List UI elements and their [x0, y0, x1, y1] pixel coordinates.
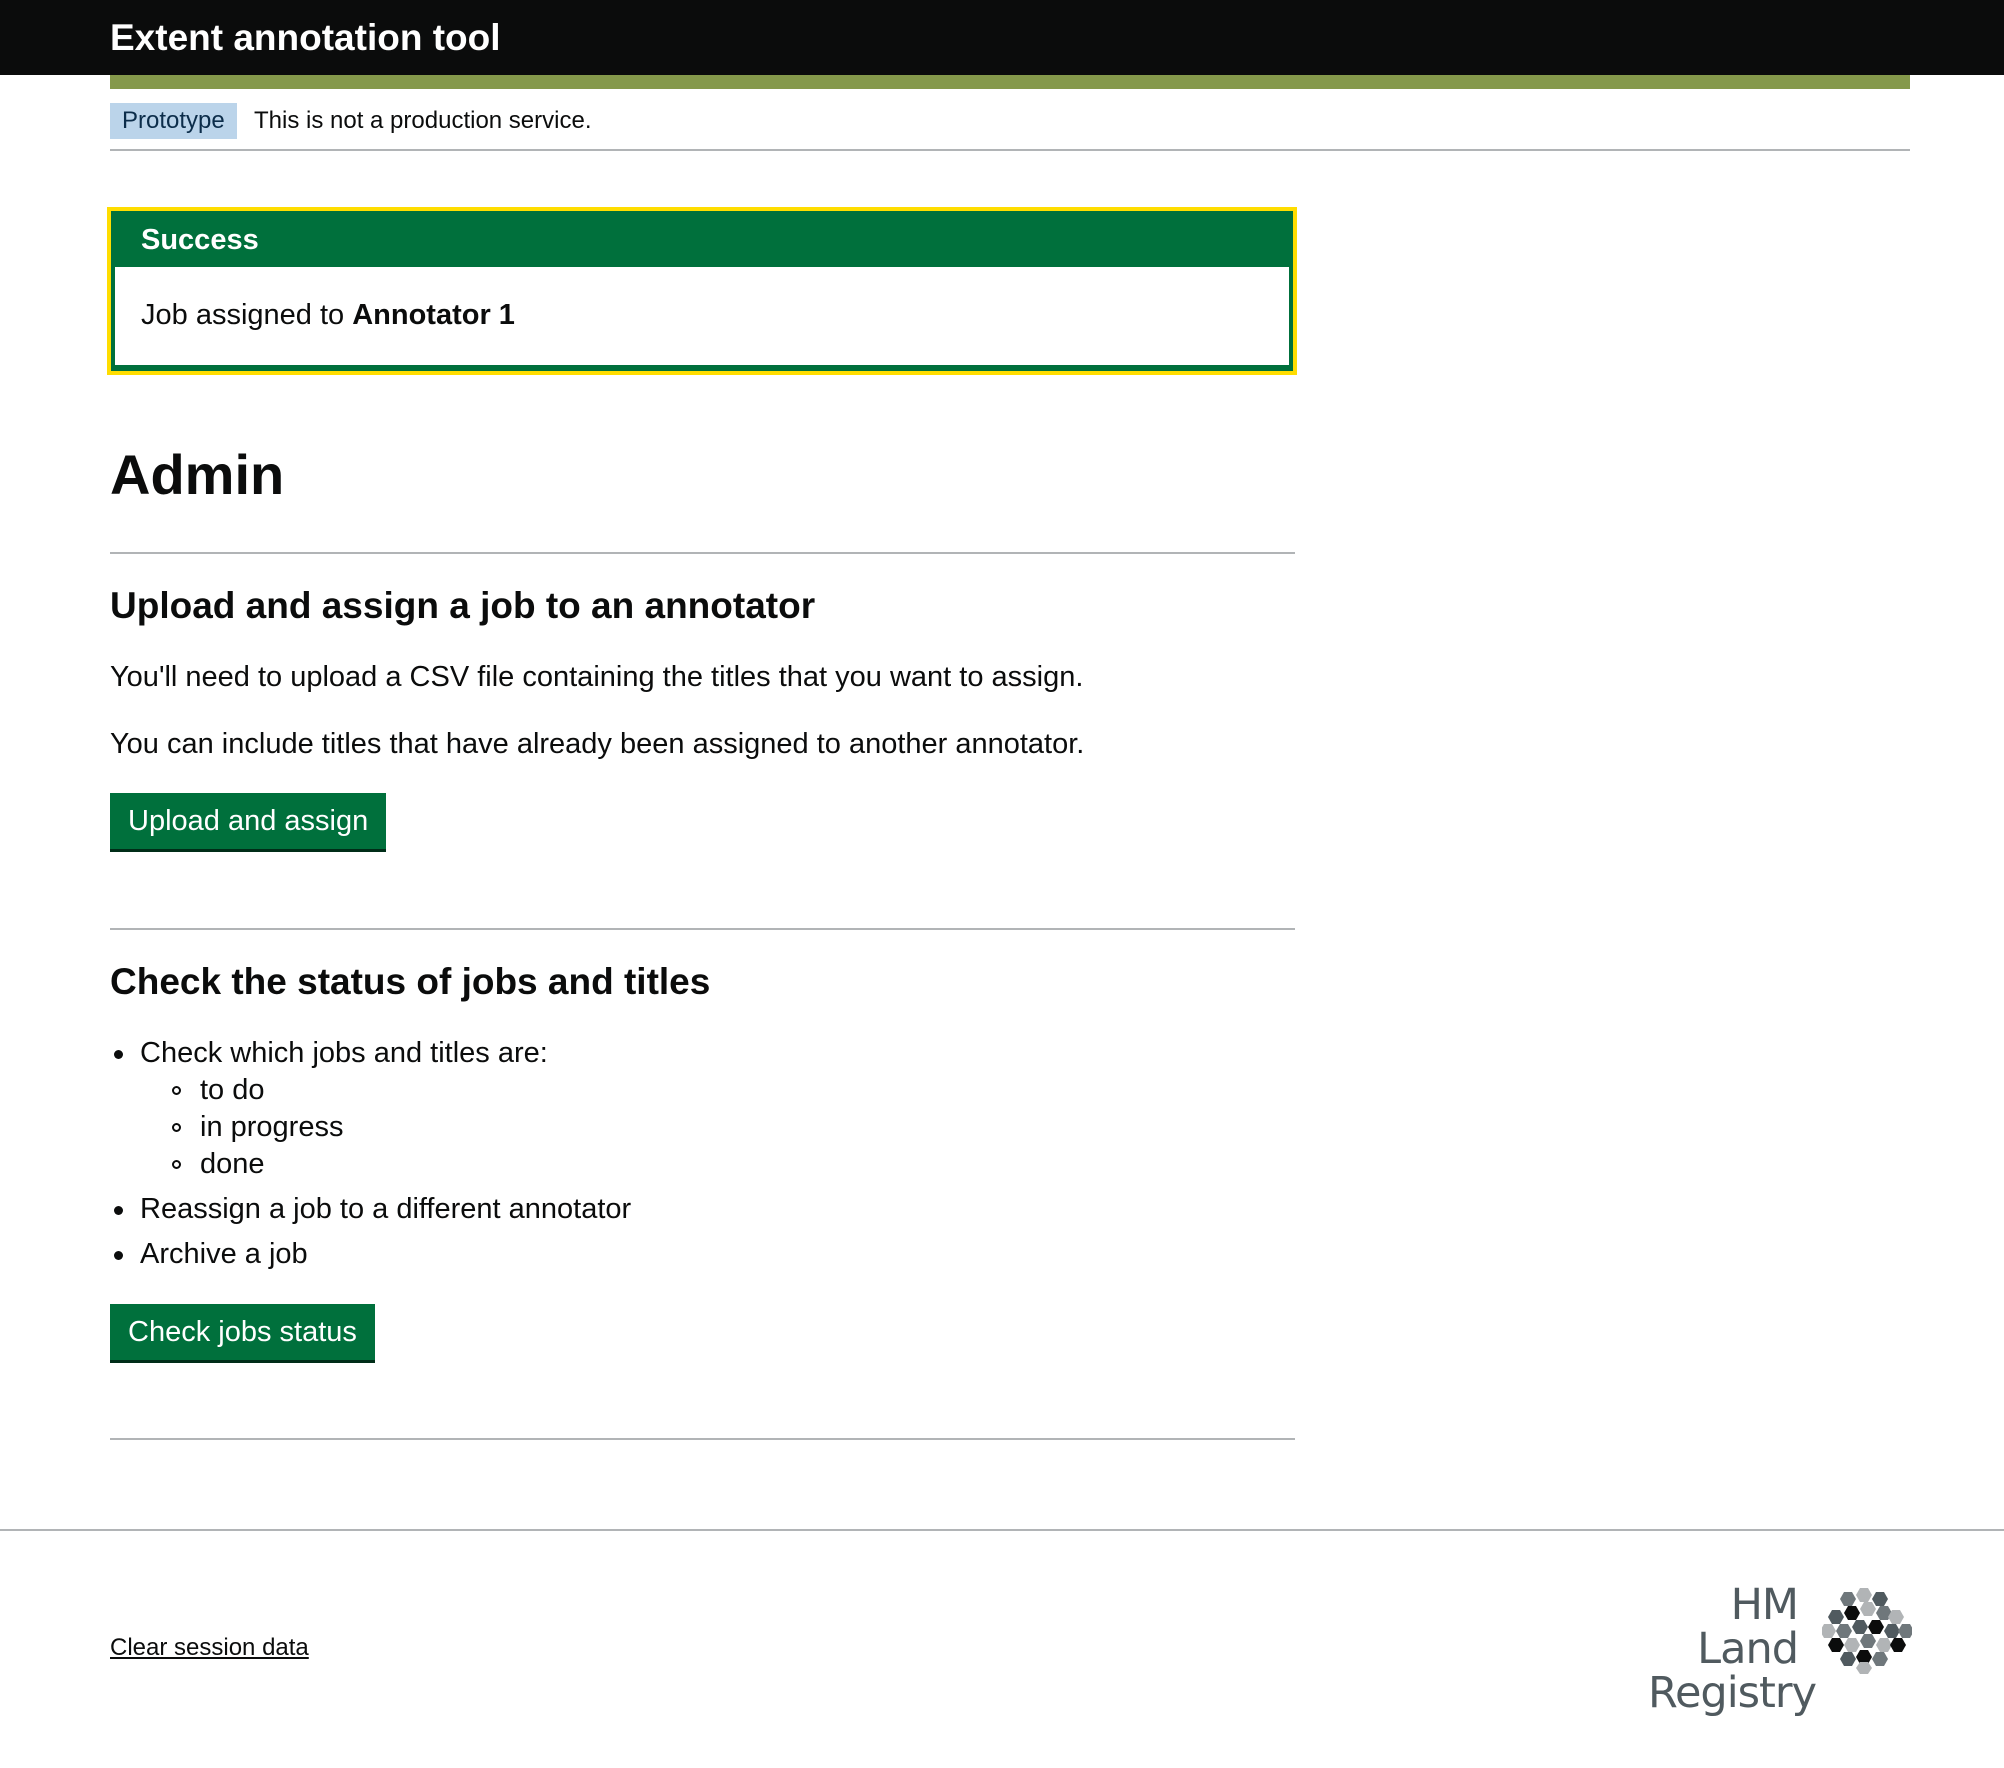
- upload-hint-text: You can include titles that have already…: [110, 728, 1085, 760]
- upload-and-assign-button[interactable]: Upload and assign: [110, 793, 387, 849]
- list-item: done: [170, 1146, 631, 1183]
- status-section-heading: Check the status of jobs and titles: [110, 961, 711, 1002]
- page-title: Admin: [110, 443, 285, 506]
- hm-land-registry-logo-text: HM Land Registry: [1648, 1580, 1817, 1718]
- logo-line-2: Registry: [1648, 1668, 1817, 1718]
- footer-divider: [0, 1529, 2004, 1531]
- header-accent-stripe: [110, 75, 1910, 89]
- notification-content: Job assigned to Annotator 1: [115, 267, 1289, 365]
- section-divider: [110, 552, 1295, 554]
- phase-tag: Prototype: [110, 103, 237, 139]
- notification-annotator-name: Annotator 1: [352, 299, 515, 331]
- notification-message: Job assigned to Annotator 1: [141, 297, 515, 333]
- job-state-list: to do in progress done: [140, 1072, 631, 1183]
- list-item-text: Check which jobs and titles are:: [140, 1037, 548, 1069]
- list-item: Check which jobs and titles are: to do i…: [110, 1034, 631, 1183]
- phase-banner-text: This is not a production service.: [254, 107, 592, 134]
- list-item: Reassign a job to a different annotator: [110, 1190, 631, 1228]
- success-notification-banner: Success Job assigned to Annotator 1: [107, 207, 1297, 375]
- section-divider: [110, 928, 1295, 930]
- notification-title: Success: [141, 224, 259, 256]
- list-item: Archive a job: [110, 1235, 631, 1273]
- notification-message-prefix: Job assigned to: [141, 299, 353, 331]
- check-jobs-status-button[interactable]: Check jobs status: [110, 1304, 375, 1360]
- list-item: to do: [170, 1072, 631, 1109]
- upload-section-heading: Upload and assign a job to an annotator: [110, 585, 816, 626]
- list-item: in progress: [170, 1109, 631, 1146]
- section-divider: [110, 1438, 1295, 1440]
- logo-line-1: HM Land: [1697, 1580, 1799, 1674]
- service-name[interactable]: Extent annotation tool: [110, 16, 501, 60]
- status-feature-list: Check which jobs and titles are: to do i…: [110, 1034, 631, 1280]
- clear-session-data-link[interactable]: Clear session data: [110, 1632, 309, 1664]
- upload-instruction-text: You'll need to upload a CSV file contain…: [110, 661, 1084, 693]
- hm-land-registry-hexagon-logo-icon: [1822, 1588, 1912, 1674]
- phase-banner: Prototype This is not a production servi…: [110, 103, 1910, 151]
